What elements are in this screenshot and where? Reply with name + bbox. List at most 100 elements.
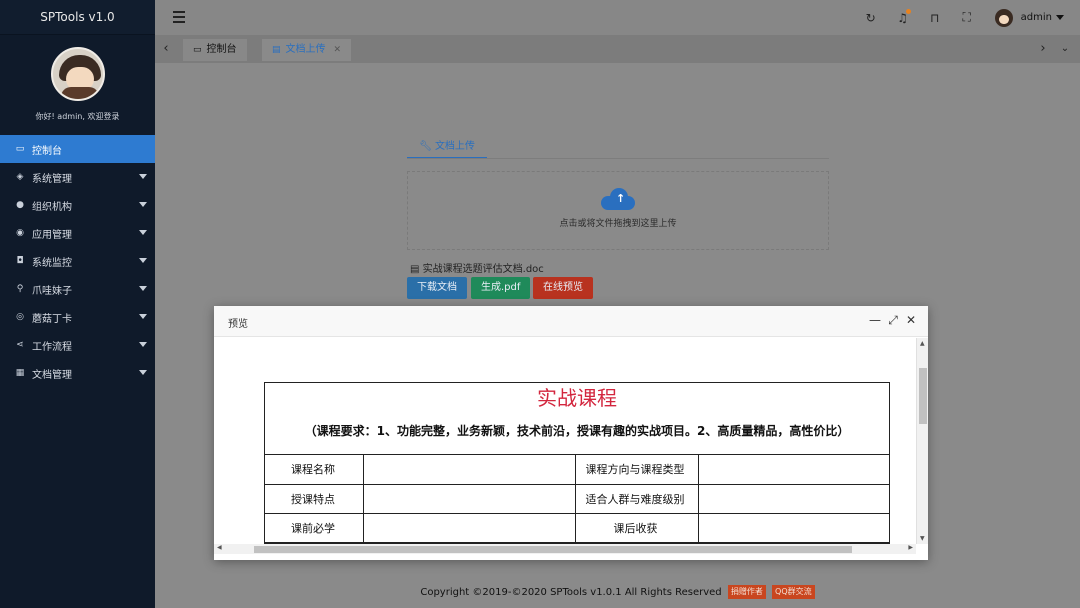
scroll-right-icon[interactable]: ▶ bbox=[908, 544, 913, 551]
sidebar-item-monitor[interactable]: ◘ 系统监控 bbox=[0, 247, 155, 275]
caret-down-icon bbox=[139, 314, 147, 319]
divider bbox=[407, 158, 829, 159]
table-cell bbox=[698, 484, 889, 514]
sidebar-item-docs[interactable]: ▦ 文档管理 bbox=[0, 359, 155, 387]
sidebar-item-system[interactable]: ◈ 系统管理 bbox=[0, 163, 155, 191]
doc-requirement: （课程要求：1、功能完整，业务新颖，技术前沿，授课有趣的实战项目。2、高质量精品… bbox=[265, 413, 889, 455]
tab-dashboard[interactable]: ▭ 控制台 bbox=[183, 39, 247, 61]
document-preview: 实战课程 （课程要求：1、功能完整，业务新颖，技术前沿，授课有趣的实战项目。2、… bbox=[264, 382, 890, 544]
sidebar-item-label: 爪哇妹子 bbox=[32, 285, 72, 297]
footer: Copyright ©2019-©2020 SPTools v1.0.1 All… bbox=[155, 578, 1080, 608]
layers-icon: ◈ bbox=[16, 172, 24, 182]
top-header: ↻ ♫ ⊓ ⛶ admin bbox=[155, 0, 1080, 35]
scroll-thumb[interactable] bbox=[254, 546, 852, 553]
sidebar: SPTools v1.0 你好! admin, 欢迎登录 ▭ 控制台 ◈ 系统管… bbox=[0, 0, 155, 608]
sidebar-item-label: 蘑菇丁卡 bbox=[32, 313, 72, 325]
table-cell bbox=[698, 513, 889, 543]
sidebar-item-label: 系统管理 bbox=[32, 173, 72, 185]
share-icon: ⋖ bbox=[16, 340, 24, 350]
caret-down-icon bbox=[1056, 14, 1064, 20]
scroll-up-icon[interactable]: ▲ bbox=[920, 340, 925, 347]
sidebar-item-apps[interactable]: ◉ 应用管理 bbox=[0, 219, 155, 247]
minimize-icon[interactable]: — bbox=[868, 313, 882, 327]
profile: 你好! admin, 欢迎登录 bbox=[0, 35, 155, 135]
scroll-left-icon[interactable]: ◀ bbox=[217, 544, 222, 551]
file-icon: ▤ bbox=[272, 45, 281, 55]
copyright-text: Copyright ©2019-©2020 SPTools v1.0.1 All… bbox=[420, 587, 722, 598]
menu-toggle-icon[interactable] bbox=[173, 11, 185, 23]
table-row: 课程名称 课程方向与课程类型 bbox=[265, 455, 889, 485]
table-cell: 授课特点 bbox=[265, 484, 364, 514]
caret-down-icon bbox=[139, 286, 147, 291]
vertical-scrollbar[interactable]: ▲ ▼ bbox=[916, 338, 928, 544]
tab-scroll-right-icon[interactable]: › bbox=[1032, 35, 1054, 63]
download-button[interactable]: 下载文档 bbox=[407, 277, 467, 299]
notification-dot bbox=[905, 8, 911, 14]
table-cell bbox=[363, 513, 576, 543]
upload-section-tab[interactable]: 🔧︎ 文档上传 bbox=[407, 139, 487, 159]
app-title: SPTools v1.0 bbox=[0, 0, 155, 35]
preview-button[interactable]: 在线预览 bbox=[533, 277, 593, 299]
tab-upload[interactable]: ▤ 文档上传 ✕ bbox=[262, 39, 352, 61]
uploaded-file[interactable]: ▤ 实战课程选题评估文档.doc bbox=[410, 260, 544, 275]
table-row: 课前必学 课后收获 bbox=[265, 513, 889, 543]
sidebar-item-workflow[interactable]: ⋖ 工作流程 bbox=[0, 331, 155, 359]
table-cell: 课程名称 bbox=[265, 455, 364, 485]
table-cell bbox=[698, 455, 889, 485]
user-menu[interactable]: admin bbox=[1021, 12, 1064, 23]
fullscreen-icon[interactable]: ⛶ bbox=[951, 10, 983, 25]
preview-modal: 预览 — ⤢ ✕ 实战课程 （课程要求：1、功能完整，业务新颖，技术前沿，授课有… bbox=[214, 306, 928, 560]
camera-icon: ◘ bbox=[16, 256, 24, 266]
sidebar-item-mogu[interactable]: ◎ 蘑菇丁卡 bbox=[0, 303, 155, 331]
donate-badge[interactable]: 捐赠作者 bbox=[727, 585, 766, 599]
file-name-text: 实战课程选题评估文档.doc bbox=[422, 264, 544, 275]
doc-title: 实战课程 bbox=[537, 386, 617, 410]
dropzone-text: 点击或将文件拖拽到这里上传 bbox=[559, 219, 677, 229]
key-icon: ⚲ bbox=[16, 284, 24, 294]
caret-down-icon bbox=[139, 258, 147, 263]
table-cell bbox=[363, 455, 576, 485]
users-icon: ● bbox=[16, 200, 24, 210]
refresh-icon[interactable]: ↻ bbox=[855, 11, 887, 25]
monitor-icon: ▭ bbox=[193, 45, 202, 55]
header-toolbar: ↻ ♫ ⊓ ⛶ admin bbox=[855, 0, 1064, 35]
avatar[interactable] bbox=[50, 47, 105, 101]
table-cell bbox=[363, 484, 576, 514]
upload-tab-label: 文档上传 bbox=[434, 141, 475, 152]
tab-label: 文档上传 bbox=[285, 44, 326, 55]
user-avatar[interactable] bbox=[994, 8, 1013, 27]
close-tab-icon[interactable]: ✕ bbox=[334, 45, 342, 55]
sidebar-item-label: 控制台 bbox=[32, 145, 62, 157]
bell-icon[interactable]: ♫ bbox=[887, 8, 919, 25]
tab-scroll-left-icon[interactable]: ‹ bbox=[155, 35, 177, 63]
compass-icon: ◉ bbox=[16, 228, 24, 238]
sidebar-item-org[interactable]: ● 组织机构 bbox=[0, 191, 155, 219]
tab-dropdown-icon[interactable]: ⌄ bbox=[1054, 35, 1076, 63]
scroll-thumb[interactable] bbox=[919, 368, 927, 424]
sidebar-item-label: 文档管理 bbox=[32, 369, 72, 381]
scroll-down-icon[interactable]: ▼ bbox=[920, 535, 925, 542]
sidebar-item-dashboard[interactable]: ▭ 控制台 bbox=[0, 135, 155, 163]
sidebar-menu: ▭ 控制台 ◈ 系统管理 ● 组织机构 ◉ 应用管理 ◘ 系统监控 ⚲ 爪哇妹子 bbox=[0, 135, 155, 387]
sidebar-item-label: 系统监控 bbox=[32, 257, 72, 269]
sidebar-item-java[interactable]: ⚲ 爪哇妹子 bbox=[0, 275, 155, 303]
modal-title: 预览 bbox=[228, 319, 248, 330]
calendar-icon: ▦ bbox=[15, 368, 25, 378]
lock-icon[interactable]: ⊓ bbox=[919, 11, 951, 25]
horizontal-scrollbar[interactable]: ◀ ▶ bbox=[214, 544, 916, 554]
sidebar-item-label: 组织机构 bbox=[32, 201, 72, 213]
close-icon[interactable]: ✕ bbox=[904, 313, 918, 327]
qq-group-badge[interactable]: QQ群交流 bbox=[772, 585, 815, 599]
map-pin-icon: ◎ bbox=[16, 312, 24, 322]
caret-down-icon bbox=[139, 230, 147, 235]
upload-dropzone[interactable]: ↑ 点击或将文件拖拽到这里上传 bbox=[407, 171, 829, 250]
maximize-icon[interactable]: ⤢ bbox=[886, 313, 900, 328]
doc-table: 课程名称 课程方向与课程类型 授课特点 适合人群与难度级别 课前必学 课后收获 bbox=[265, 455, 889, 543]
welcome-text: 你好! admin, 欢迎登录 bbox=[35, 112, 120, 121]
table-cell: 课后收获 bbox=[575, 513, 699, 543]
generate-pdf-button[interactable]: 生成.pdf bbox=[471, 277, 531, 299]
tab-label: 控制台 bbox=[206, 44, 237, 55]
tabs-bar: ‹ ▭ 控制台 ▤ 文档上传 ✕ › ⌄ bbox=[155, 35, 1080, 63]
caret-down-icon bbox=[139, 342, 147, 347]
modal-body: 实战课程 （课程要求：1、功能完整，业务新颖，技术前沿，授课有趣的实战项目。2、… bbox=[214, 338, 928, 560]
